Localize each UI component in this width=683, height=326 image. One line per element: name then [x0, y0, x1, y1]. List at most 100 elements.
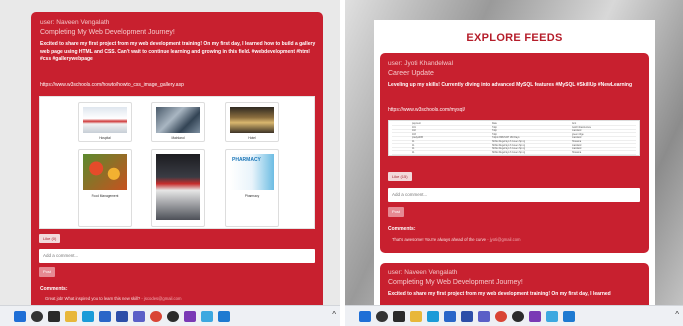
like-button[interactable]: Like (15): [388, 172, 412, 181]
like-button[interactable]: Like (0): [39, 234, 61, 243]
left-screenshot: user: Naveen Vengalath Completing My Web…: [0, 0, 340, 326]
post-user: user: Jyoti Khandelwal: [388, 60, 454, 67]
chrome-icon[interactable]: [150, 311, 162, 322]
image-gallery: Hospital Mainland Hotel Food Management …: [39, 96, 315, 229]
table-cell: Shiflet Regel Eys 6 Green Sp ng: [492, 151, 526, 154]
post-link[interactable]: https://www.w3schools.com/mysql/: [388, 107, 465, 114]
post-comment-button[interactable]: Post: [388, 207, 404, 217]
table-cell: mainland: [572, 148, 582, 151]
data-table-image: payment Date Amt 101 Tulip Gold Infrastructur…: [388, 120, 640, 156]
gallery-caption: Hospital: [99, 136, 111, 140]
table-cell: green ridge: [572, 133, 584, 136]
task-view-icon[interactable]: [48, 311, 60, 322]
edge-icon[interactable]: [82, 311, 94, 322]
table-cell: 11: [412, 151, 415, 154]
post-title: Completing My Web Development Journey!: [388, 279, 523, 286]
hotel-lobby-image: [230, 107, 274, 133]
table-cell: Shiflet Regel Eys 6 Green Sp ng: [492, 141, 526, 143]
obs-icon[interactable]: [512, 311, 524, 322]
table-cell: 11: [412, 144, 415, 147]
post-link[interactable]: https://www.w3schools.com/howto/howto_cs…: [40, 82, 184, 89]
table-cell: 102: [412, 130, 416, 133]
right-screenshot: EXPLORE FEEDS user: Jyoti Khandelwal Car…: [345, 0, 683, 326]
table-cell: Tullpin BRUNCH 180 Days: [492, 137, 520, 140]
explorer-icon[interactable]: [410, 311, 422, 322]
gallery-item-hospital[interactable]: Hospital: [78, 102, 132, 142]
store-icon[interactable]: [461, 311, 473, 322]
post-text: Excited to share my first project from m…: [40, 41, 316, 62]
comment-input[interactable]: Add a comment...: [388, 188, 640, 202]
mail-icon[interactable]: [99, 311, 111, 322]
gallery-caption: Food Management: [91, 194, 119, 198]
chrome-icon[interactable]: [495, 311, 507, 322]
notepad-icon[interactable]: [201, 311, 213, 322]
teams-icon[interactable]: [478, 311, 490, 322]
comment-text: That's awesome! You're always ahead of t…: [392, 237, 487, 242]
post-user: user: Naveen Vengalath: [388, 269, 458, 276]
post-text: Excited to share my first project from m…: [388, 291, 611, 297]
table-cell: Amt: [572, 123, 577, 125]
table-cell: payment: [412, 123, 421, 125]
task-view-icon[interactable]: [393, 311, 405, 322]
comments-label: Comments:: [388, 226, 416, 232]
comment-item: That's awesome! You're always ahead of t…: [392, 237, 521, 242]
taskbar-icons: [14, 311, 230, 322]
taskbar-icons: [359, 311, 575, 322]
table-cell: 11: [412, 141, 415, 143]
search-icon[interactable]: [31, 311, 43, 322]
vscode-icon[interactable]: [218, 311, 230, 322]
pharmacy-image: PHARMACY: [230, 154, 274, 190]
table-cell: Tulip: [492, 130, 497, 133]
gallery-caption: Hotel: [248, 136, 256, 140]
explore-feeds-panel: EXPLORE FEEDS user: Jyoti Khandelwal Car…: [374, 20, 655, 323]
medical-team-image: [156, 107, 200, 133]
page-title: EXPLORE FEEDS: [466, 32, 563, 44]
table-cell: Hosanna: [572, 151, 582, 154]
media-icon[interactable]: [529, 311, 541, 322]
teams-icon[interactable]: [133, 311, 145, 322]
post-card: user: Jyoti Khandelwal Career Update Lev…: [380, 53, 649, 253]
gallery-item-hotel[interactable]: Hotel: [225, 102, 279, 142]
table-cell: Tulip: [492, 126, 497, 129]
table-cell: 11: [412, 148, 415, 151]
chevron-up-icon[interactable]: ^: [675, 310, 679, 319]
food-image: [83, 154, 127, 190]
gallery-caption: Mainland: [171, 136, 185, 140]
gallery-caption: Pharmacy: [244, 194, 260, 198]
gallery-item-fuel[interactable]: [151, 149, 205, 227]
edge-icon[interactable]: [427, 311, 439, 322]
obs-icon[interactable]: [167, 311, 179, 322]
chevron-up-icon[interactable]: ^: [332, 310, 336, 319]
gallery-item-food[interactable]: Food Management: [78, 149, 132, 227]
table-cell: mainland: [572, 144, 582, 147]
taskbar: ^: [0, 305, 340, 326]
notepad-icon[interactable]: [546, 311, 558, 322]
windows-start-icon[interactable]: [359, 311, 371, 322]
search-icon[interactable]: [376, 311, 388, 322]
table-cell: Gold Infrastructure: [572, 126, 592, 129]
gallery-item-mainland[interactable]: Mainland: [151, 102, 205, 142]
comment-author: - jscodes@gmail.com: [141, 296, 182, 301]
table-cell: 103: [412, 133, 416, 136]
comment-author: - jyoti@gmail.com: [487, 237, 521, 242]
table-cell: Date: [492, 123, 497, 125]
post-card: user: Naveen Vengalath Completing My Web…: [31, 12, 323, 310]
media-icon[interactable]: [184, 311, 196, 322]
vscode-icon[interactable]: [563, 311, 575, 322]
table-cell: Tulip: [492, 133, 497, 136]
pharmacy-sign: PHARMACY: [232, 157, 261, 163]
post-title: Career Update: [388, 70, 434, 77]
table-cell: pradyotNB: [412, 137, 423, 140]
post-comment-button[interactable]: Post: [39, 267, 55, 277]
comment-input[interactable]: Add a comment...: [39, 249, 315, 263]
table-cell: Shiflet Regel Eys 6 Green Sp ng: [492, 148, 526, 151]
table-cell: Hosanna: [572, 141, 582, 143]
explorer-icon[interactable]: [65, 311, 77, 322]
taskbar: ^: [345, 305, 683, 326]
gallery-item-pharmacy[interactable]: PHARMACY Pharmacy: [225, 149, 279, 227]
comment-text: Great job! What inspired you to learn th…: [45, 296, 141, 301]
comment-item: Great job! What inspired you to learn th…: [45, 296, 181, 301]
mail-icon[interactable]: [444, 311, 456, 322]
windows-start-icon[interactable]: [14, 311, 26, 322]
store-icon[interactable]: [116, 311, 128, 322]
